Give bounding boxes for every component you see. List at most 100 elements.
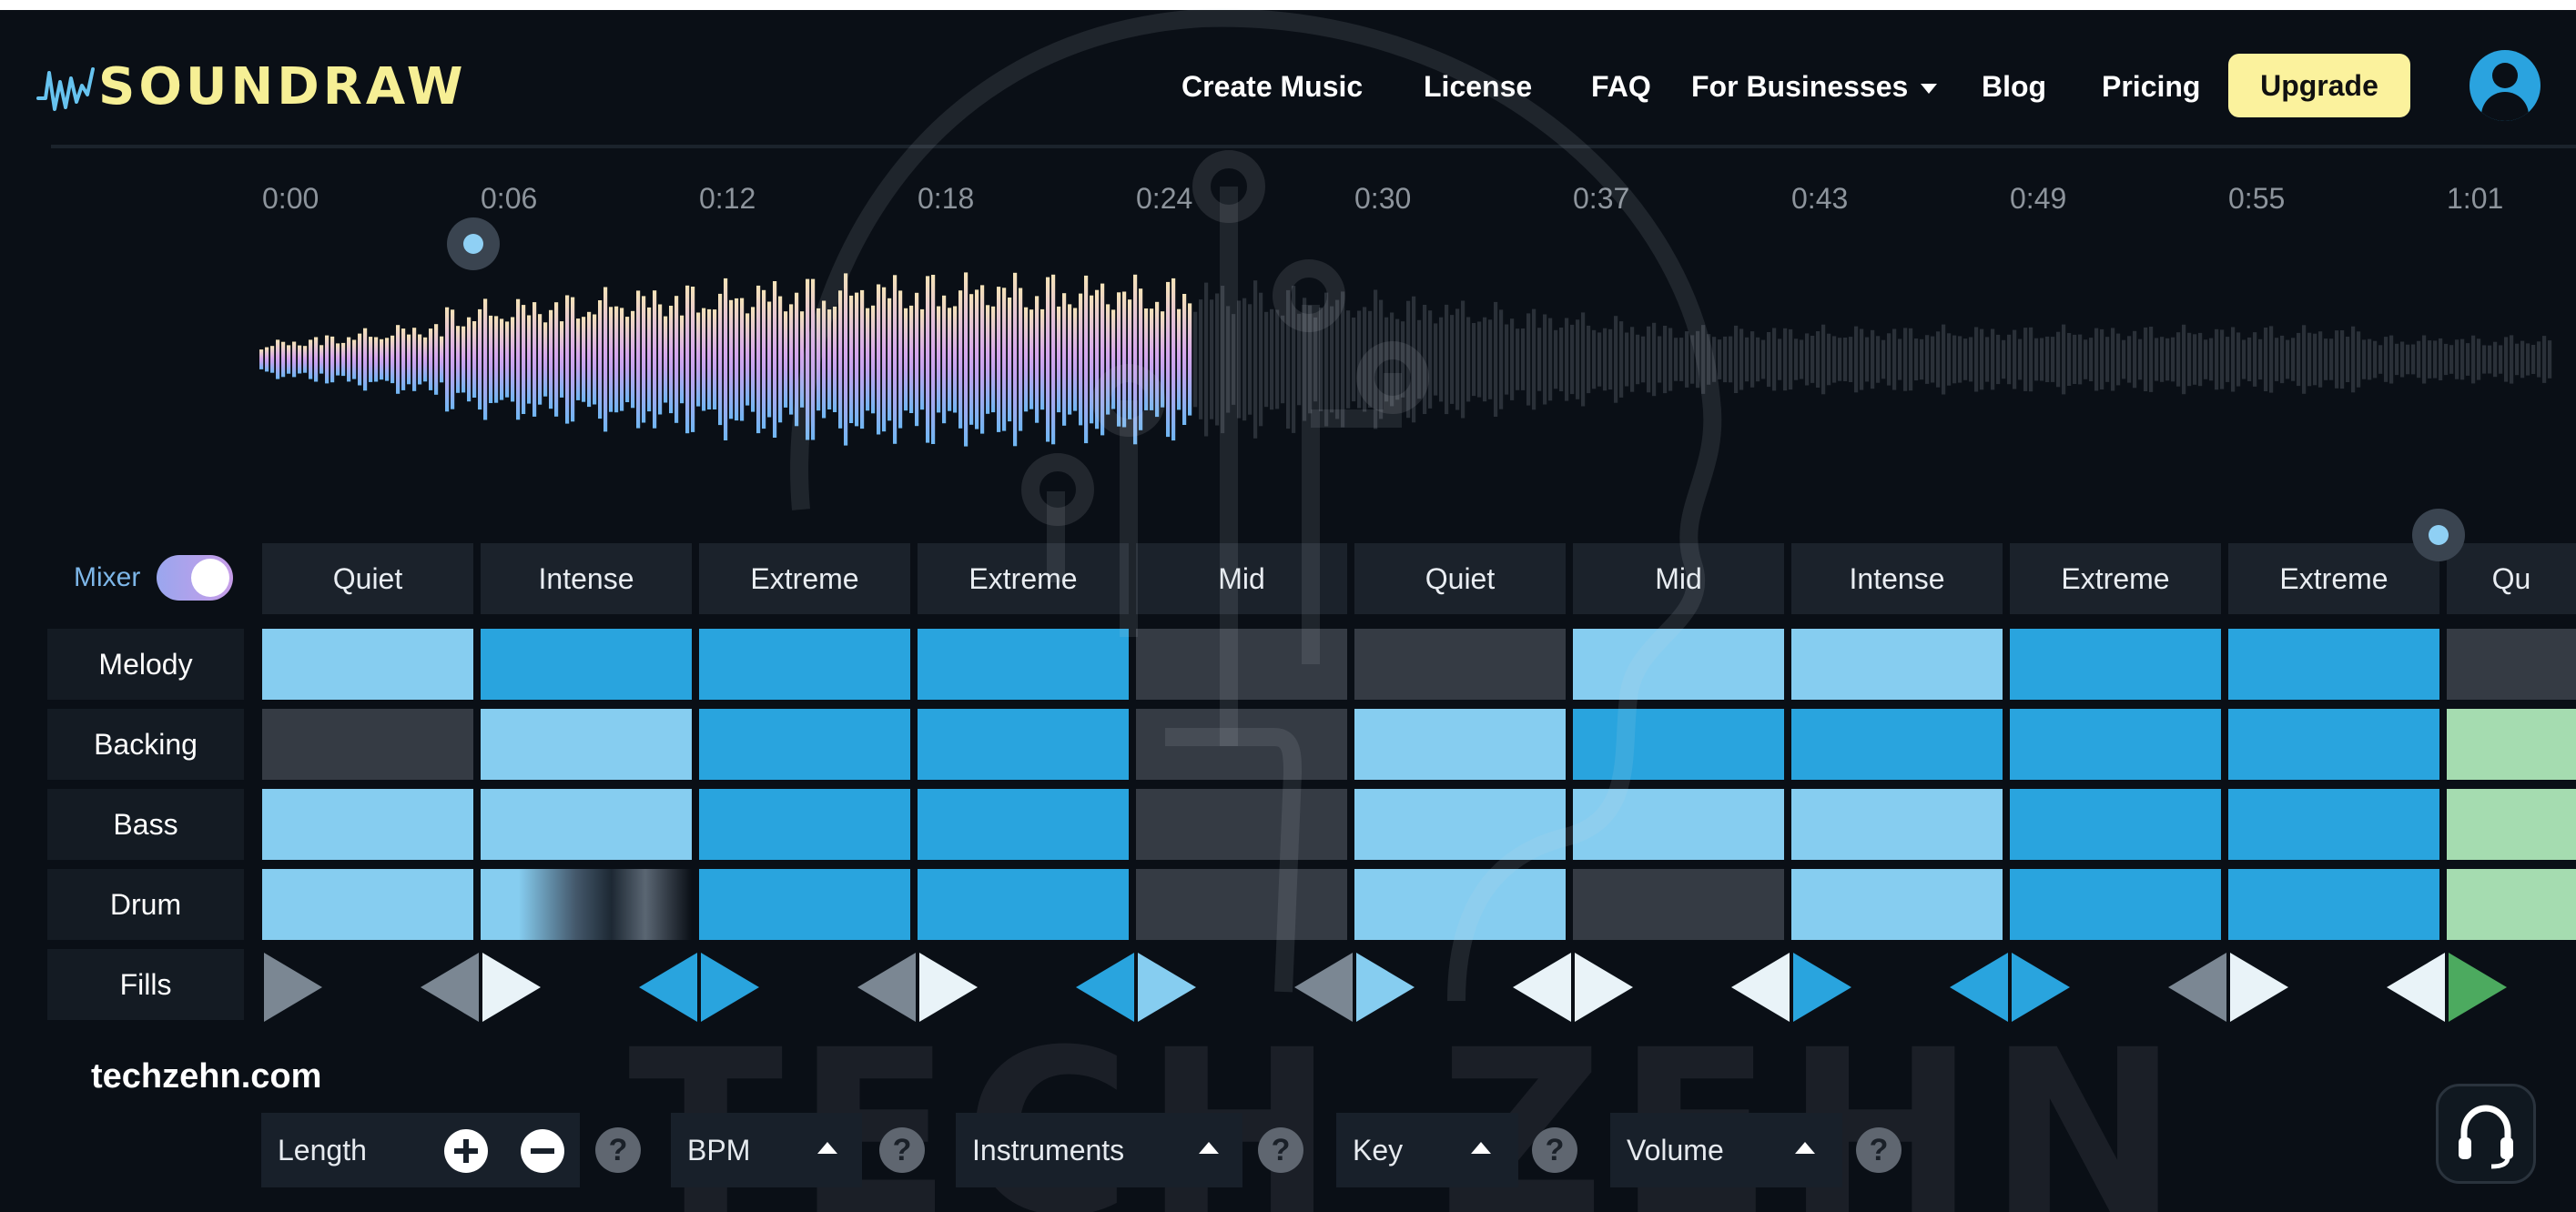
fill-right-triangle-icon[interactable] [2449,953,2507,1022]
bpm-help-icon[interactable]: ? [879,1127,925,1173]
track-cell[interactable] [918,709,1129,780]
fill-right-triangle-icon[interactable] [1575,953,1633,1022]
fill-right-triangle-icon[interactable] [2230,953,2288,1022]
track-cell[interactable] [2010,709,2221,780]
track-cell[interactable] [699,869,910,940]
bpm-control[interactable]: BPM [671,1113,862,1187]
track-cell[interactable] [262,869,473,940]
track-cell[interactable] [1573,869,1784,940]
instruments-help-icon[interactable]: ? [1258,1127,1303,1173]
fill-right-triangle-icon[interactable] [2012,953,2070,1022]
segment-label[interactable]: Quiet [1354,543,1566,614]
track-cell[interactable] [1791,629,2003,700]
track-cell[interactable] [918,869,1129,940]
segment-label[interactable]: Mid [1136,543,1347,614]
playhead-handle[interactable] [447,217,500,270]
track-cell[interactable] [262,789,473,860]
segment-label[interactable]: Extreme [2228,543,2439,614]
soundraw-logo[interactable]: SOUNDRAW [35,50,466,123]
track-cell[interactable] [918,789,1129,860]
track-cell[interactable] [481,869,692,940]
volume-control[interactable]: Volume [1610,1113,1842,1187]
segment-label[interactable]: Qu [2447,543,2576,614]
fill-left-triangle-icon[interactable] [2168,953,2226,1022]
minus-icon[interactable] [521,1129,564,1173]
track-cell[interactable] [2447,869,2576,940]
nav-faq[interactable]: FAQ [1591,59,1651,114]
track-cell[interactable] [2228,869,2439,940]
track-cell[interactable] [262,629,473,700]
fill-right-triangle-icon[interactable] [919,953,978,1022]
fill-right-triangle-icon[interactable] [1793,953,1851,1022]
track-cell[interactable] [699,629,910,700]
fill-left-triangle-icon[interactable] [1950,953,2008,1022]
nav-license[interactable]: License [1424,59,1532,114]
nav-pricing[interactable]: Pricing [2102,59,2200,114]
key-help-icon[interactable]: ? [1532,1127,1577,1173]
support-button[interactable] [2436,1084,2536,1184]
track-cell[interactable] [1791,789,2003,860]
track-cell[interactable] [2010,789,2221,860]
track-cell[interactable] [1136,789,1347,860]
upgrade-button[interactable]: Upgrade [2228,54,2410,117]
plus-icon[interactable] [444,1129,488,1173]
segment-label[interactable]: Extreme [2010,543,2221,614]
segment-label[interactable]: Extreme [699,543,910,614]
track-cell[interactable] [262,709,473,780]
track-cell[interactable] [2447,629,2576,700]
fill-left-triangle-icon[interactable] [857,953,916,1022]
track-cell[interactable] [481,629,692,700]
segment-label[interactable]: Intense [481,543,692,614]
segment-label[interactable]: Quiet [262,543,473,614]
track-cell[interactable] [1791,869,2003,940]
fill-right-triangle-icon[interactable] [701,953,759,1022]
track-cell[interactable] [2447,789,2576,860]
fill-right-triangle-icon[interactable] [264,953,322,1022]
fill-right-triangle-icon[interactable] [482,953,541,1022]
track-cell[interactable] [2010,869,2221,940]
track-cell[interactable] [699,789,910,860]
fill-left-triangle-icon[interactable] [421,953,479,1022]
track-cell[interactable] [1354,629,1566,700]
end-handle[interactable] [2412,509,2465,561]
fill-left-triangle-icon[interactable] [2387,953,2445,1022]
key-control[interactable]: Key [1336,1113,1518,1187]
track-cell[interactable] [1354,709,1566,780]
nav-blog[interactable]: Blog [1982,59,2046,114]
nav-for-businesses[interactable]: For Businesses [1691,59,1938,114]
length-help-icon[interactable]: ? [595,1127,641,1173]
fill-left-triangle-icon[interactable] [1513,953,1571,1022]
nav-create-music[interactable]: Create Music [1182,59,1363,114]
mixer-toggle[interactable] [157,555,233,601]
fill-right-triangle-icon[interactable] [1356,953,1415,1022]
fill-left-triangle-icon[interactable] [1731,953,1790,1022]
track-cell[interactable] [1573,629,1784,700]
track-cell[interactable] [2228,629,2439,700]
track-cell[interactable] [2228,709,2439,780]
track-cell[interactable] [1573,789,1784,860]
waveform[interactable] [259,246,2553,473]
track-cell[interactable] [2228,789,2439,860]
instruments-control[interactable]: Instruments [956,1113,1242,1187]
track-cell[interactable] [1136,629,1347,700]
track-cell[interactable] [1791,709,2003,780]
track-cell[interactable] [1573,709,1784,780]
track-cell[interactable] [2447,709,2576,780]
track-cell[interactable] [2010,629,2221,700]
fill-left-triangle-icon[interactable] [1294,953,1353,1022]
track-cell[interactable] [918,629,1129,700]
fill-left-triangle-icon[interactable] [639,953,697,1022]
track-cell[interactable] [481,709,692,780]
track-cell[interactable] [1354,789,1566,860]
segment-label[interactable]: Mid [1573,543,1784,614]
segment-label[interactable]: Intense [1791,543,2003,614]
track-cell[interactable] [1136,709,1347,780]
user-icon[interactable] [2470,50,2541,121]
volume-help-icon[interactable]: ? [1856,1127,1902,1173]
fill-right-triangle-icon[interactable] [1138,953,1196,1022]
segment-label[interactable]: Extreme [918,543,1129,614]
track-cell[interactable] [481,789,692,860]
track-cell[interactable] [1136,869,1347,940]
fill-left-triangle-icon[interactable] [1076,953,1134,1022]
track-cell[interactable] [699,709,910,780]
